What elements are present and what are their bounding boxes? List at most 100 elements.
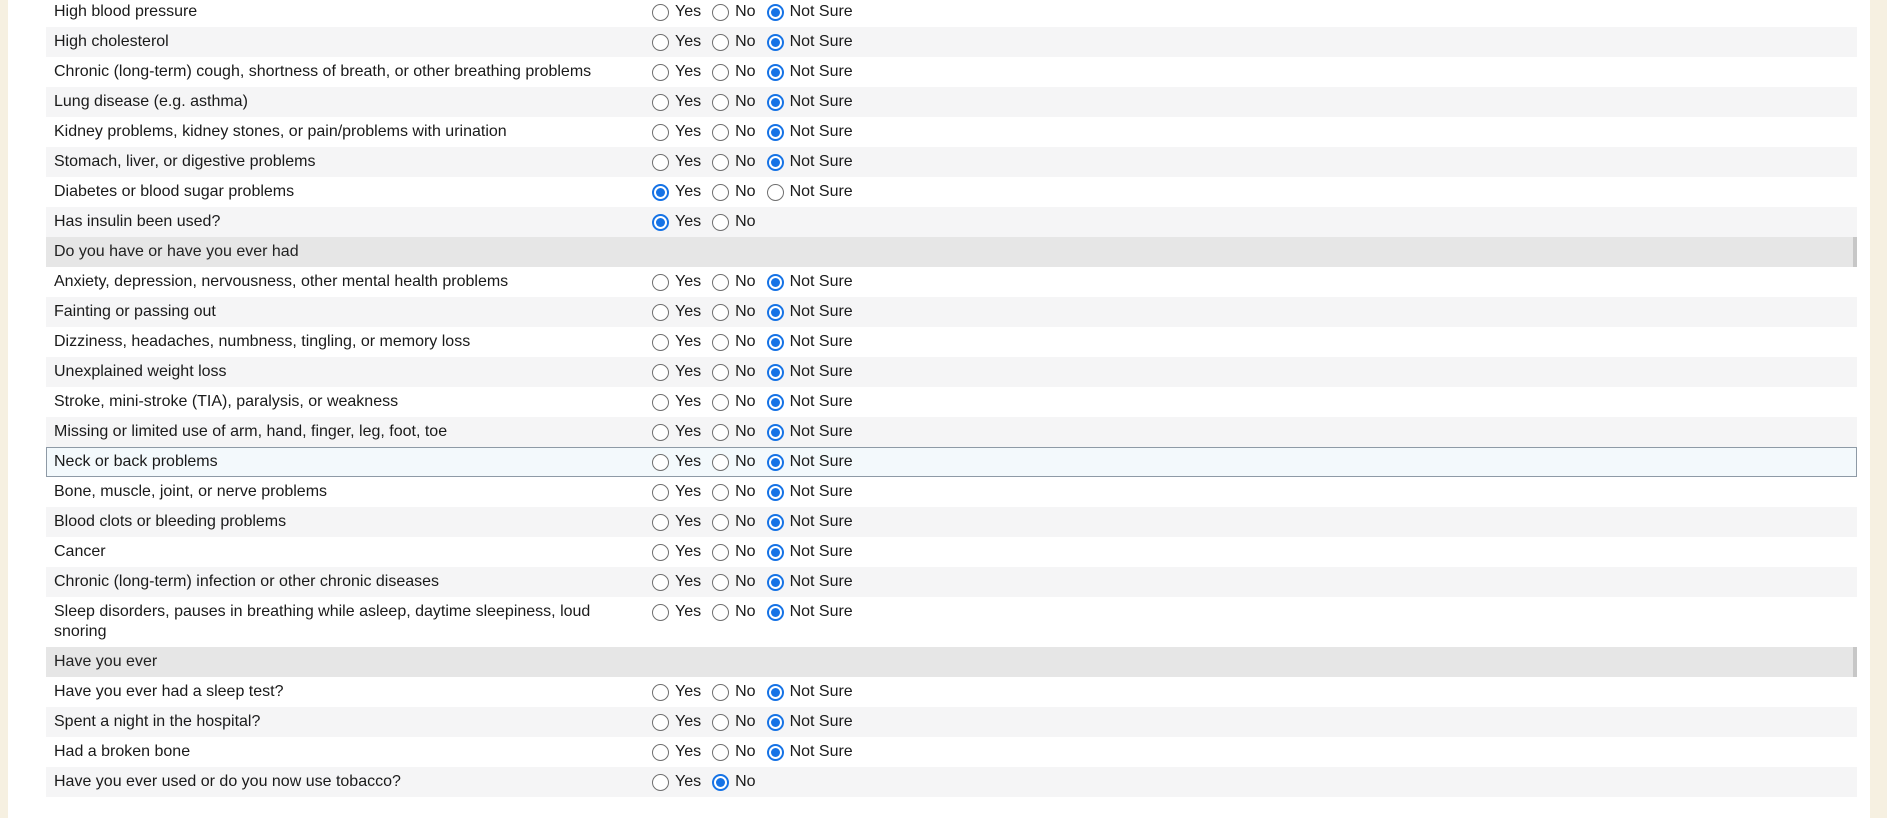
radio-option-no[interactable]: No	[712, 122, 756, 142]
radio-button[interactable]	[652, 513, 669, 531]
radio-option-yes[interactable]: Yes	[652, 302, 701, 322]
radio-button[interactable]	[652, 333, 669, 351]
radio-option-not-sure[interactable]: Not Sure	[766, 452, 853, 472]
radio-button[interactable]	[712, 363, 730, 381]
radio-option-yes[interactable]: Yes	[652, 32, 701, 52]
radio-button[interactable]	[712, 603, 730, 621]
radio-option-not-sure[interactable]: Not Sure	[766, 122, 853, 142]
radio-button[interactable]	[766, 63, 784, 81]
radio-option-yes[interactable]: Yes	[652, 392, 701, 412]
radio-option-yes[interactable]: Yes	[652, 682, 701, 702]
radio-option-not-sure[interactable]: Not Sure	[766, 332, 853, 352]
radio-option-not-sure[interactable]: Not Sure	[766, 32, 853, 52]
radio-button[interactable]	[712, 683, 730, 701]
radio-button[interactable]	[652, 63, 669, 81]
radio-option-yes[interactable]: Yes	[652, 122, 701, 142]
radio-button[interactable]	[712, 513, 730, 531]
radio-button[interactable]	[712, 393, 730, 411]
radio-button[interactable]	[712, 713, 730, 731]
radio-button[interactable]	[652, 273, 669, 291]
radio-button[interactable]	[766, 513, 784, 531]
radio-option-no[interactable]: No	[712, 302, 756, 322]
radio-option-no[interactable]: No	[712, 182, 756, 202]
radio-button[interactable]	[766, 333, 784, 351]
radio-button[interactable]	[652, 363, 669, 381]
radio-button[interactable]	[712, 743, 730, 761]
radio-option-yes[interactable]: Yes	[652, 62, 701, 82]
radio-option-no[interactable]: No	[712, 512, 756, 532]
radio-button[interactable]	[712, 153, 730, 171]
radio-option-not-sure[interactable]: Not Sure	[766, 302, 853, 322]
radio-button[interactable]	[712, 333, 730, 351]
radio-option-not-sure[interactable]: Not Sure	[766, 572, 853, 592]
radio-option-not-sure[interactable]: Not Sure	[766, 92, 853, 112]
radio-button[interactable]	[712, 93, 730, 111]
radio-option-not-sure[interactable]: Not Sure	[766, 422, 853, 442]
radio-option-yes[interactable]: Yes	[652, 572, 701, 592]
radio-button[interactable]	[766, 743, 784, 761]
radio-button[interactable]	[712, 453, 730, 471]
radio-option-yes[interactable]: Yes	[652, 742, 701, 762]
radio-button[interactable]	[712, 483, 730, 501]
radio-button[interactable]	[712, 273, 730, 291]
radio-button[interactable]	[766, 423, 784, 441]
radio-option-no[interactable]: No	[712, 272, 756, 292]
radio-button[interactable]	[766, 363, 784, 381]
radio-option-not-sure[interactable]: Not Sure	[766, 182, 853, 202]
radio-option-no[interactable]: No	[712, 392, 756, 412]
radio-button[interactable]	[766, 683, 784, 701]
radio-button[interactable]	[652, 93, 669, 111]
radio-button[interactable]	[766, 573, 784, 591]
radio-button[interactable]	[766, 33, 784, 51]
radio-button[interactable]	[652, 543, 669, 561]
radio-option-no[interactable]: No	[712, 362, 756, 382]
radio-button[interactable]	[712, 33, 730, 51]
radio-button[interactable]	[712, 63, 730, 81]
radio-option-no[interactable]: No	[712, 572, 756, 592]
radio-option-no[interactable]: No	[712, 422, 756, 442]
radio-button[interactable]	[652, 603, 669, 621]
radio-option-not-sure[interactable]: Not Sure	[766, 512, 853, 532]
radio-button[interactable]	[766, 123, 784, 141]
radio-option-no[interactable]: No	[712, 152, 756, 172]
radio-button[interactable]	[712, 773, 730, 791]
radio-option-no[interactable]: No	[712, 332, 756, 352]
radio-button[interactable]	[766, 153, 784, 171]
radio-button[interactable]	[766, 543, 784, 561]
radio-option-no[interactable]: No	[712, 212, 756, 232]
radio-button[interactable]	[652, 713, 669, 731]
radio-button[interactable]	[652, 683, 669, 701]
radio-option-no[interactable]: No	[712, 742, 756, 762]
radio-button[interactable]	[652, 3, 669, 21]
radio-button[interactable]	[766, 483, 784, 501]
radio-option-no[interactable]: No	[712, 452, 756, 472]
radio-option-yes[interactable]: Yes	[652, 332, 701, 352]
radio-option-yes[interactable]: Yes	[652, 2, 701, 22]
radio-button[interactable]	[766, 273, 784, 291]
radio-option-yes[interactable]: Yes	[652, 602, 701, 622]
radio-option-no[interactable]: No	[712, 62, 756, 82]
radio-button[interactable]	[652, 153, 669, 171]
radio-option-not-sure[interactable]: Not Sure	[766, 62, 853, 82]
radio-option-yes[interactable]: Yes	[652, 482, 701, 502]
radio-option-not-sure[interactable]: Not Sure	[766, 272, 853, 292]
radio-button[interactable]	[652, 213, 669, 231]
radio-button[interactable]	[712, 573, 730, 591]
radio-button[interactable]	[766, 93, 784, 111]
radio-button[interactable]	[652, 303, 669, 321]
radio-option-yes[interactable]: Yes	[652, 512, 701, 532]
radio-option-no[interactable]: No	[712, 772, 756, 792]
radio-option-yes[interactable]: Yes	[652, 152, 701, 172]
radio-option-yes[interactable]: Yes	[652, 712, 701, 732]
radio-option-yes[interactable]: Yes	[652, 272, 701, 292]
radio-button[interactable]	[652, 573, 669, 591]
radio-button[interactable]	[712, 3, 730, 21]
radio-button[interactable]	[712, 423, 730, 441]
radio-option-not-sure[interactable]: Not Sure	[766, 2, 853, 22]
radio-option-not-sure[interactable]: Not Sure	[766, 712, 853, 732]
radio-option-no[interactable]: No	[712, 712, 756, 732]
radio-option-yes[interactable]: Yes	[652, 422, 701, 442]
radio-option-no[interactable]: No	[712, 92, 756, 112]
radio-button[interactable]	[712, 543, 730, 561]
radio-option-yes[interactable]: Yes	[652, 772, 701, 792]
